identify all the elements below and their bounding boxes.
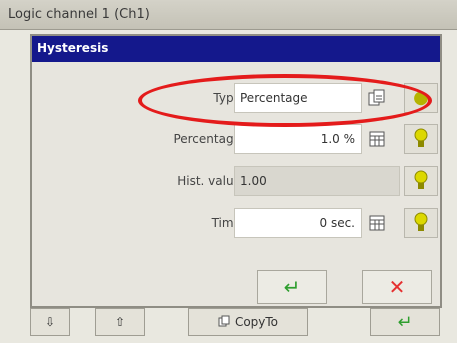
toolbar-ok-button[interactable]: ↵ — [370, 308, 440, 336]
time-value-field[interactable]: 0 sec. — [234, 208, 362, 238]
enter-icon: ↵ — [283, 275, 301, 299]
hist-value-info-button[interactable] — [404, 166, 438, 196]
copy-to-label: CopyTo — [234, 315, 279, 329]
percentage-keypad-button[interactable] — [365, 127, 389, 151]
percentage-info-button[interactable] — [404, 124, 438, 154]
bulb-icon — [414, 212, 428, 231]
bulb-icon — [414, 128, 428, 147]
copy-to-button[interactable]: CopyTo — [188, 308, 308, 336]
list-select-icon — [368, 89, 385, 106]
time-keypad-button[interactable] — [365, 211, 389, 235]
dialog-cancel-button[interactable]: ✕ — [362, 270, 432, 304]
keypad-icon — [369, 215, 385, 231]
bulb-icon — [414, 170, 428, 189]
hist-value-field: 1.00 — [234, 166, 400, 196]
window-title: Logic channel 1 (Ch1) — [8, 7, 150, 22]
type-info-button[interactable]: ● — [404, 83, 438, 113]
type-value-field[interactable]: Percentage — [234, 83, 362, 113]
dialog-title: Hysteresis — [37, 41, 109, 55]
close-icon: ✕ — [388, 275, 406, 299]
scroll-down-button[interactable]: ⇩ — [30, 308, 70, 336]
dialog-ok-button[interactable]: ↵ — [257, 270, 327, 304]
hysteresis-dialog: Hysteresis Type: Percentage ● Percentage… — [30, 34, 442, 308]
scroll-up-button[interactable]: ⇧ — [95, 308, 145, 336]
dialog-title-bar: Hysteresis — [32, 36, 440, 62]
keypad-icon — [369, 131, 385, 147]
percentage-value-field[interactable]: 1.0 % — [234, 124, 362, 154]
bulb-icon: ● — [413, 87, 429, 108]
time-row: Time: 0 sec. — [32, 208, 440, 240]
arrow-down-icon: ⇩ — [44, 315, 56, 329]
hist-value-row: Hist. value: 1.00 — [32, 166, 440, 198]
arrow-up-icon: ⇧ — [114, 315, 126, 329]
time-info-button[interactable] — [404, 208, 438, 238]
type-row: Type: Percentage ● — [32, 83, 440, 115]
enter-icon: ↵ — [397, 311, 413, 333]
percentage-row: Percentage: 1.0 % — [32, 124, 440, 156]
window-title-bar: Logic channel 1 (Ch1) — [0, 0, 457, 30]
copy-icon — [218, 315, 230, 330]
type-select-button[interactable] — [365, 86, 389, 110]
